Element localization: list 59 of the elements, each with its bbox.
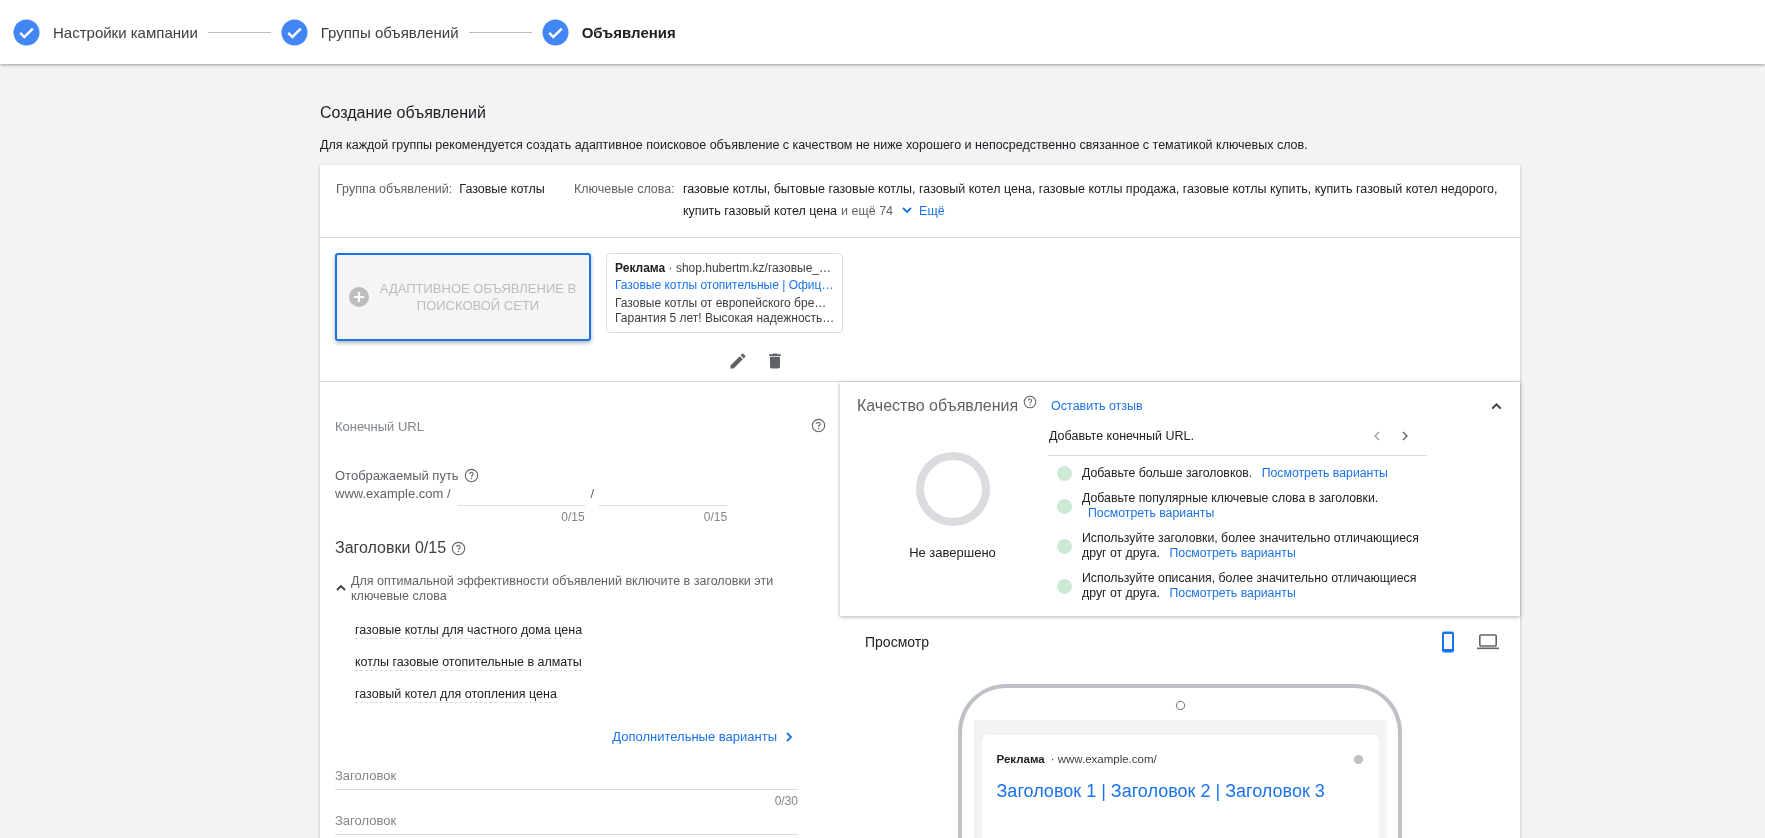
help-icon[interactable] bbox=[811, 418, 826, 433]
ad-group-name: Газовые котлы bbox=[459, 181, 545, 198]
page-title: Создание объявлений bbox=[320, 104, 487, 122]
keyword-suggestion[interactable]: котлы газовые отопительные в алматы bbox=[355, 655, 582, 671]
display-path-domain: www.example.com / bbox=[335, 486, 451, 501]
step-tab[interactable]: Группы объявлений bbox=[320, 23, 459, 41]
ad-headline: Газовые котлы отопительные | Офиц… bbox=[615, 278, 835, 293]
edit-icon[interactable] bbox=[728, 351, 748, 371]
view-options-link[interactable]: Посмотреть варианты bbox=[1088, 506, 1215, 520]
path-separator: / bbox=[590, 486, 595, 501]
chevron-right-icon bbox=[783, 730, 795, 743]
step-tab[interactable]: Настройки кампании bbox=[53, 23, 198, 41]
keyword-suggestion[interactable]: газовые котлы для частного дома цена bbox=[355, 623, 583, 639]
keywords-label: Ключевые слова: bbox=[574, 181, 676, 198]
keywords-list: газовые котлы, бытовые газовые котлы, газовый котел цена, газовые котлы продажа, газовые котлы купить, купить газовый котел недорого, купить газовый котел цена и ещё 74 Ещё bbox=[683, 178, 1503, 222]
display-path-label: Отображаемый путь bbox=[335, 468, 459, 483]
view-options-link[interactable]: Посмотреть варианты bbox=[1169, 586, 1296, 600]
quality-tip: Добавьте конечный URL. bbox=[1049, 429, 1195, 443]
headline-field[interactable]: Заголовок bbox=[335, 761, 798, 790]
status-dot bbox=[1057, 578, 1072, 594]
quality-suggestion: Используйте описания, более значительно отличающиеся друг от друга. Посмотреть варианты bbox=[1082, 571, 1418, 601]
ad-group-label: Группа объявлений: bbox=[336, 181, 453, 198]
status-dot bbox=[1057, 498, 1072, 514]
help-icon[interactable] bbox=[1023, 395, 1038, 409]
camera-dot-icon bbox=[1174, 700, 1186, 711]
status-dot bbox=[1057, 538, 1072, 554]
headlines-title: Заголовки 0/15 bbox=[335, 539, 447, 557]
plus-circle-icon bbox=[349, 287, 369, 307]
character-counter: 0/15 bbox=[703, 510, 728, 524]
help-icon[interactable] bbox=[451, 540, 467, 556]
preview-title: Просмотр bbox=[865, 634, 930, 650]
ad-quality-title: Качество объявления bbox=[857, 397, 1019, 415]
ad-headline[interactable]: Заголовок 1 | Заголовок 2 | Заголовок 3 bbox=[996, 781, 1364, 802]
quality-suggestion: Добавьте больше заголовков. Посмотреть варианты bbox=[1082, 466, 1389, 481]
character-counter: 0/30 bbox=[774, 794, 798, 808]
ad-url: · www.example.com/ bbox=[1050, 753, 1158, 765]
character-counter: 0/15 bbox=[561, 510, 585, 524]
ad-description: Гарантия 5 лет! Высокая надежность… bbox=[615, 311, 835, 326]
help-icon[interactable] bbox=[463, 468, 479, 483]
feedback-link[interactable]: Оставить отзыв bbox=[1051, 399, 1143, 413]
ad-description: Газовые котлы от европейского бре… bbox=[615, 296, 828, 311]
view-options-link[interactable]: Посмотреть варианты bbox=[1169, 546, 1296, 560]
keyword-suggestion[interactable]: газовый котел для отопления цена bbox=[355, 687, 557, 703]
ad-preview-card[interactable]: Реклама · shop.hubertm.kz/газовые_… Газовые котлы отопительные | Офиц… Газовые котлы от европейского бре… Гарантия 5 лет! Высокая надежность… bbox=[606, 253, 844, 333]
quality-suggestion: Используйте заголовки, более значительно отличающиеся друг от друга. Посмотреть варианты bbox=[1082, 531, 1420, 561]
more-options-link[interactable]: Дополнительные варианты bbox=[612, 729, 795, 744]
ad-url-line: Реклама · shop.hubertm.kz/газовые_… bbox=[615, 261, 832, 276]
quality-status: Не завершено bbox=[909, 545, 996, 560]
ad-label: Реклама bbox=[996, 753, 1045, 765]
chevron-down-icon bbox=[901, 204, 914, 216]
step-tab[interactable]: Объявления bbox=[581, 23, 676, 41]
headline-field[interactable]: Заголовок bbox=[335, 806, 798, 835]
expand-keywords-link[interactable]: Ещё bbox=[901, 204, 945, 218]
keywords-hint: Для оптимальной эффективности объявлений включите в заголовки эти ключевые слова bbox=[351, 574, 775, 604]
view-options-link[interactable]: Посмотреть варианты bbox=[1261, 466, 1388, 480]
page-description: Для каждой группы рекомендуется создать адаптивное поисковое объявление с качеством не ниже хорошего и непосредственно связанное с тематикой ключевых слов. bbox=[320, 138, 1309, 152]
quality-suggestion: Добавьте популярные ключевые слова в заголовки. Посмотреть варианты bbox=[1082, 491, 1380, 521]
final-url-field[interactable]: Конечный URL bbox=[335, 406, 838, 446]
status-dot bbox=[1057, 466, 1072, 481]
